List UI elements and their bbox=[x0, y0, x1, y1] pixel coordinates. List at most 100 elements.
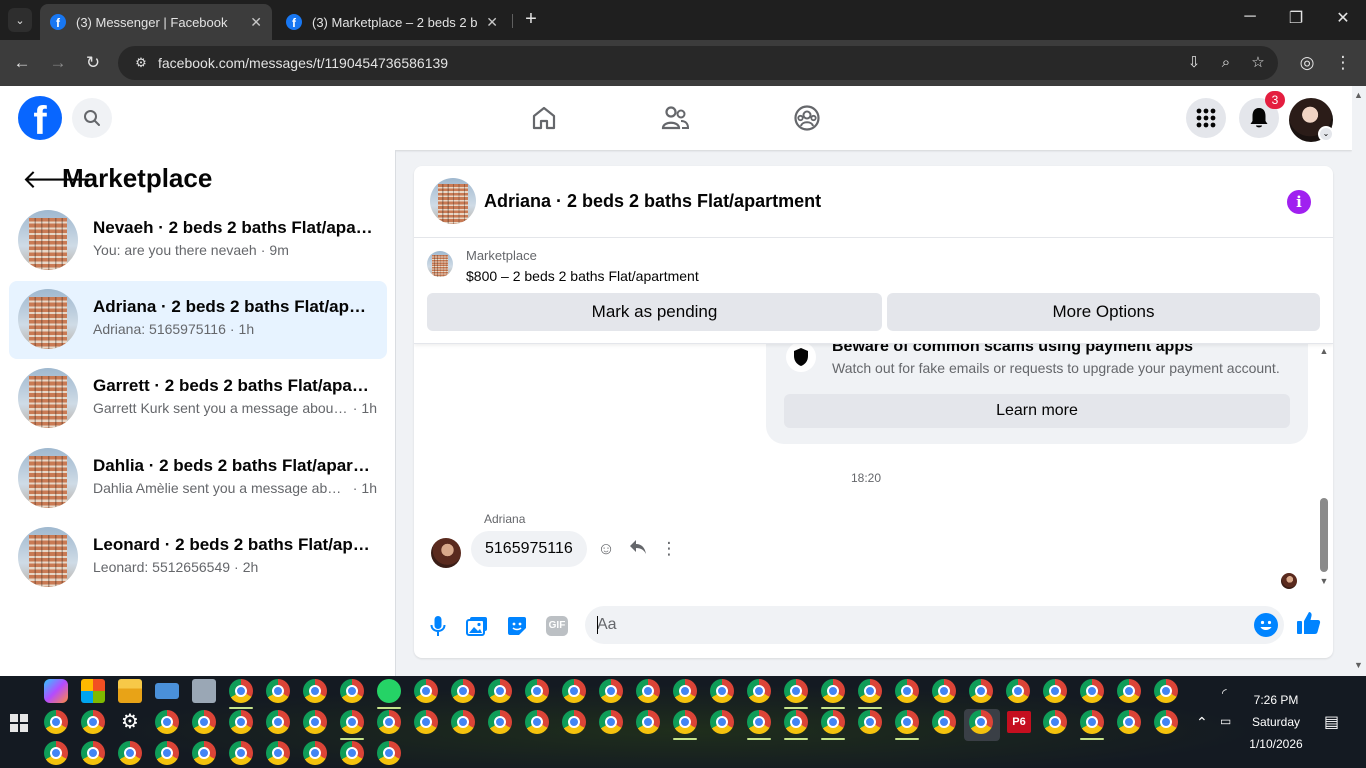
new-tab-icon[interactable]: + bbox=[520, 9, 542, 31]
send-like-button[interactable] bbox=[1296, 610, 1324, 638]
zoom-icon[interactable]: ⌕ bbox=[1214, 51, 1238, 75]
chrome-taskbar-icon[interactable] bbox=[229, 679, 253, 709]
store-icon[interactable] bbox=[81, 679, 105, 703]
chrome-taskbar-icon[interactable] bbox=[266, 679, 290, 703]
chrome-taskbar-icon[interactable] bbox=[414, 679, 438, 703]
file-explorer-icon[interactable] bbox=[118, 679, 142, 703]
close-tab-icon[interactable]: ✕ bbox=[486, 14, 498, 31]
chrome-taskbar-icon[interactable] bbox=[81, 710, 105, 734]
chrome-taskbar-icon[interactable] bbox=[451, 710, 475, 734]
info-icon[interactable]: i bbox=[1287, 190, 1311, 214]
chrome-taskbar-icon[interactable] bbox=[44, 741, 68, 765]
clock-day[interactable]: Saturday bbox=[1236, 715, 1316, 729]
reload-icon[interactable]: ↻ bbox=[82, 52, 104, 74]
tab-marketplace[interactable]: f (3) Marketplace – 2 beds 2 baths Flat/… bbox=[276, 4, 508, 40]
chrome-taskbar-icon[interactable] bbox=[303, 679, 327, 703]
chrome-taskbar-icon[interactable] bbox=[821, 679, 845, 709]
message-input[interactable] bbox=[585, 606, 1284, 644]
chrome-taskbar-icon[interactable] bbox=[1154, 710, 1178, 734]
chrome-taskbar-icon[interactable] bbox=[229, 710, 253, 734]
chrome-taskbar-icon[interactable] bbox=[1043, 710, 1067, 734]
wifi-icon[interactable]: ◜ bbox=[1222, 686, 1227, 700]
chrome-taskbar-icon[interactable] bbox=[81, 741, 105, 765]
conversation-item[interactable]: Leonard · 2 beds 2 baths Flat/apartment … bbox=[9, 519, 387, 597]
message-bubble[interactable]: 5165975116 bbox=[471, 531, 587, 567]
chrome-taskbar-icon[interactable] bbox=[488, 679, 512, 703]
chrome-taskbar-icon[interactable] bbox=[784, 710, 808, 740]
chrome-taskbar-icon[interactable] bbox=[192, 741, 216, 765]
chrome-taskbar-icon[interactable] bbox=[303, 741, 327, 765]
home-nav-button[interactable] bbox=[528, 102, 560, 134]
groups-nav-button[interactable] bbox=[791, 102, 823, 134]
chrome-taskbar-icon[interactable] bbox=[1080, 679, 1104, 703]
chrome-taskbar-icon[interactable] bbox=[414, 710, 438, 734]
react-emoji-icon[interactable]: ☺ bbox=[596, 539, 616, 559]
chrome-taskbar-icon[interactable] bbox=[710, 710, 734, 734]
chrome-taskbar-icon[interactable] bbox=[1080, 710, 1104, 740]
friends-nav-button[interactable] bbox=[659, 102, 691, 134]
chrome-taskbar-icon[interactable] bbox=[155, 710, 179, 734]
chrome-taskbar-icon[interactable] bbox=[932, 710, 956, 734]
chat-title[interactable]: Adriana · 2 beds 2 baths Flat/apartment bbox=[484, 191, 821, 212]
voice-clip-button[interactable] bbox=[426, 614, 450, 638]
chrome-taskbar-icon[interactable] bbox=[673, 679, 697, 703]
emoji-picker-button[interactable] bbox=[1254, 613, 1278, 637]
facebook-logo-icon[interactable]: f bbox=[18, 96, 62, 140]
tab-messenger[interactable]: f (3) Messenger | Facebook ✕ bbox=[40, 4, 272, 40]
chrome-taskbar-icon[interactable] bbox=[858, 710, 882, 734]
chrome-taskbar-icon[interactable] bbox=[599, 710, 623, 734]
restore-icon[interactable]: ❐ bbox=[1284, 8, 1308, 28]
notepad-icon[interactable] bbox=[192, 679, 216, 703]
chrome-taskbar-icon[interactable] bbox=[488, 710, 512, 734]
chrome-taskbar-icon[interactable] bbox=[636, 710, 660, 734]
chrome-taskbar-icon[interactable] bbox=[377, 741, 401, 765]
chevron-down-icon[interactable]: ⌄ bbox=[1318, 126, 1334, 142]
chrome-taskbar-icon[interactable] bbox=[636, 679, 660, 703]
sticker-button[interactable] bbox=[505, 614, 529, 638]
chrome-taskbar-icon[interactable] bbox=[969, 710, 993, 734]
chrome-taskbar-icon[interactable] bbox=[710, 679, 734, 703]
menu-button[interactable] bbox=[1186, 98, 1226, 138]
close-tab-icon[interactable]: ✕ bbox=[250, 14, 262, 31]
conversation-item[interactable]: Garrett · 2 beds 2 baths Flat/apartment … bbox=[9, 360, 387, 438]
chrome-taskbar-icon[interactable] bbox=[340, 710, 364, 740]
chrome-taskbar-icon[interactable] bbox=[895, 710, 919, 740]
chrome-taskbar-icon[interactable] bbox=[525, 710, 549, 734]
chrome-taskbar-icon[interactable] bbox=[118, 741, 142, 765]
scroll-up-arrow-icon[interactable]: ▲ bbox=[1318, 346, 1330, 358]
chrome-taskbar-icon[interactable] bbox=[821, 710, 845, 740]
chrome-taskbar-icon[interactable] bbox=[969, 679, 993, 703]
reply-icon[interactable] bbox=[628, 539, 648, 559]
chrome-taskbar-icon[interactable] bbox=[1154, 679, 1178, 703]
page-scrollbar[interactable]: ▲ ▼ bbox=[1352, 86, 1366, 676]
tab-search-icon[interactable]: ⌄ bbox=[8, 8, 32, 32]
bookmark-star-icon[interactable]: ☆ bbox=[1246, 51, 1270, 75]
settings-gear-icon[interactable]: ⚙ bbox=[118, 710, 142, 734]
page-scroll-up-icon[interactable]: ▲ bbox=[1354, 90, 1363, 100]
chrome-taskbar-icon[interactable] bbox=[266, 710, 290, 734]
browser-menu-icon[interactable]: ⋮ bbox=[1332, 52, 1354, 74]
listing-title[interactable]: $800 – 2 beds 2 baths Flat/apartment bbox=[466, 268, 699, 284]
chrome-taskbar-icon[interactable] bbox=[673, 710, 697, 740]
notification-center-icon[interactable]: ▤ bbox=[1324, 712, 1339, 732]
clock-time[interactable]: 7:26 PM bbox=[1236, 693, 1316, 707]
whatsapp-icon[interactable] bbox=[377, 679, 401, 709]
profile-icon[interactable]: ◎ bbox=[1296, 52, 1318, 74]
install-app-icon[interactable]: ⇩ bbox=[1182, 51, 1206, 75]
p6-app-icon[interactable]: P6 bbox=[1007, 711, 1031, 733]
keyboard-icon[interactable] bbox=[155, 683, 179, 699]
tray-overflow-chevron-icon[interactable]: ⌃ bbox=[1196, 714, 1208, 731]
chrome-taskbar-icon[interactable] bbox=[932, 679, 956, 703]
conversation-item[interactable]: Nevaeh · 2 beds 2 baths Flat/apartment Y… bbox=[9, 202, 387, 280]
chat-listing-thumbnail[interactable] bbox=[430, 178, 476, 224]
chrome-taskbar-icon[interactable] bbox=[858, 679, 882, 709]
more-options-button[interactable]: More Options bbox=[887, 293, 1320, 331]
minimize-icon[interactable]: ─ bbox=[1238, 8, 1262, 26]
chrome-taskbar-icon[interactable] bbox=[155, 741, 179, 765]
learn-more-button[interactable]: Learn more bbox=[784, 394, 1290, 428]
more-actions-icon[interactable]: ⋮ bbox=[659, 539, 679, 559]
search-button[interactable] bbox=[72, 98, 112, 138]
chrome-taskbar-icon[interactable] bbox=[303, 710, 327, 734]
chrome-taskbar-icon[interactable] bbox=[1043, 679, 1067, 703]
chrome-taskbar-icon[interactable] bbox=[340, 741, 364, 765]
